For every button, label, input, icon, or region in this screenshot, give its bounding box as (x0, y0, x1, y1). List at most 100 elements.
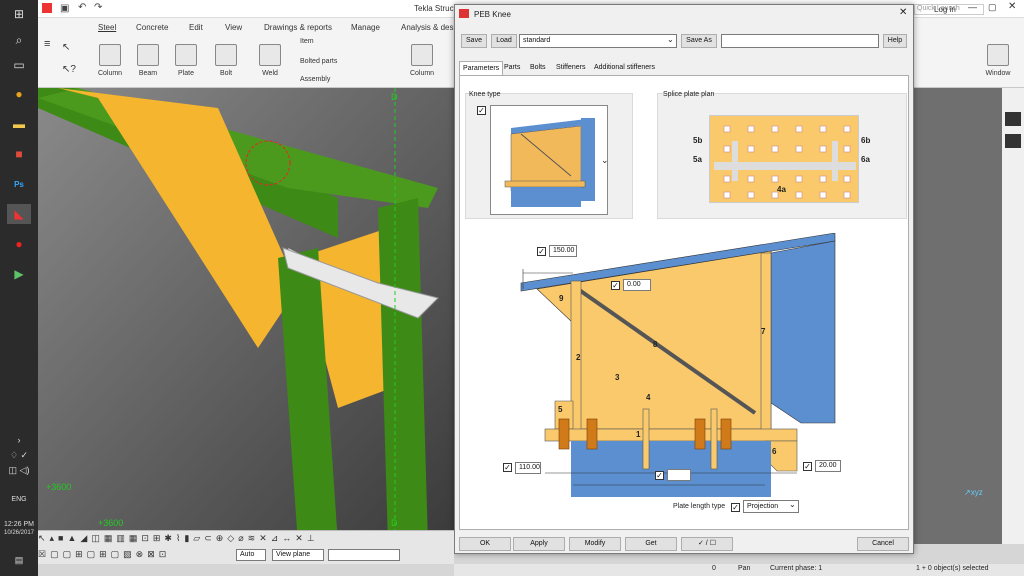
window-button[interactable]: Window (978, 42, 1018, 92)
lang-indicator[interactable]: ENG (0, 496, 38, 503)
tab-steel[interactable]: Steel (98, 23, 116, 32)
search-icon[interactable]: ⌕ (7, 30, 31, 50)
view-icon[interactable] (1005, 134, 1021, 148)
bottom-dim-input[interactable] (667, 469, 691, 481)
concrete-column-icon (411, 44, 433, 66)
office-icon[interactable]: ■ (7, 144, 31, 164)
load-button[interactable]: Load (491, 34, 517, 48)
tab-drawings-reports[interactable]: Drawings & reports (264, 23, 332, 32)
clock-date[interactable]: 10/26/2017 (0, 530, 38, 536)
part-number-3: 3 (615, 373, 620, 382)
splice-label-5a: 5a (693, 155, 702, 164)
notification-icon[interactable]: ▤ (7, 550, 31, 570)
weld-icon (259, 44, 281, 66)
cube-icon[interactable] (1005, 112, 1021, 126)
model-viewport[interactable]: D D +3600 +3600 (38, 88, 454, 544)
auto-select[interactable]: Auto (236, 549, 266, 561)
bolted-parts-button[interactable]: Bolted parts (300, 58, 337, 65)
get-button[interactable]: Get (625, 537, 677, 551)
tab-parameters[interactable]: Parameters (459, 61, 504, 75)
column-label: Column (97, 70, 123, 77)
tab-edit[interactable]: Edit (189, 23, 203, 32)
file-explorer-icon[interactable]: ▬ (7, 114, 31, 134)
plate-icon (175, 44, 197, 66)
top-dim-checkbox[interactable]: ✓ (537, 247, 546, 256)
elevation-label-2: +3600 (98, 518, 123, 528)
help-button[interactable]: Help (883, 34, 907, 48)
ok-button[interactable]: OK (459, 537, 511, 551)
preset-select[interactable]: standard (519, 34, 677, 48)
login-link[interactable]: Log in (934, 5, 956, 14)
assembly-button[interactable]: Assembly (300, 76, 330, 83)
tekla-icon[interactable]: ◣ (7, 204, 31, 224)
axis-icon: ↗xyz (964, 488, 983, 497)
status-phase: Current phase: 1 (770, 565, 823, 572)
select-arrow-icon[interactable]: ↖ (62, 42, 70, 53)
part-number-8: 8 (653, 340, 658, 349)
apply-button[interactable]: Apply (513, 537, 565, 551)
knee-type-chevron-icon[interactable]: ⌄ (601, 155, 609, 166)
modify-button[interactable]: Modify (569, 537, 621, 551)
tab-analysis[interactable]: Analysis & desi (401, 23, 455, 32)
view-plane-select[interactable]: View plane (272, 549, 324, 561)
plate-button[interactable]: Plate (166, 42, 206, 92)
plate-label: Plate (178, 70, 194, 77)
tab-bolts[interactable]: Bolts (527, 61, 549, 75)
bolt-button[interactable]: Bolt (206, 42, 246, 92)
maximize-icon[interactable]: ▢ (988, 2, 997, 13)
minimize-icon[interactable]: — (968, 2, 977, 12)
snap-icons-row-2[interactable]: ☒▢▢⊞▢⊞▢▧⊗⊠⊡ (38, 549, 238, 563)
item-button[interactable]: Item (300, 38, 314, 45)
undo-icon[interactable]: ↶ (78, 2, 86, 13)
plate-length-type-checkbox[interactable]: ✓ (731, 503, 740, 512)
splice-plate-label: Splice plate plan (663, 91, 715, 98)
save-as-input[interactable] (721, 34, 879, 48)
redo-icon[interactable]: ↷ (94, 2, 102, 13)
tab-concrete[interactable]: Concrete (136, 23, 168, 32)
secondary-viewport[interactable]: ↗xyz (914, 88, 1002, 544)
chrome-icon[interactable]: ● (7, 84, 31, 104)
snap-icons-row-1[interactable]: ↖▴■▲◢◫▦▥▦⊡⊞✱⌇▮▱⊂⊕◇⌀≋✕⊿↔✕⊥ (38, 533, 454, 547)
angle-input[interactable]: 0.00 (623, 279, 651, 291)
dialog-close-icon[interactable]: ✕ (899, 7, 907, 18)
left-dim-checkbox[interactable]: ✓ (503, 463, 512, 472)
angle-checkbox[interactable]: ✓ (611, 281, 620, 290)
clock-time[interactable]: 12:26 PM (0, 521, 38, 528)
model-3d-view: D D +3600 +3600 (38, 88, 454, 544)
beam-button[interactable]: Beam (128, 42, 168, 92)
knee-type-selector[interactable] (490, 105, 608, 215)
network-icon[interactable]: ◫ ◁) (7, 460, 31, 480)
left-dim-input[interactable]: 110.00 (515, 462, 541, 474)
menu-icon[interactable]: ≡ (44, 38, 50, 50)
save-as-button[interactable]: Save As (681, 34, 717, 48)
help-cursor-icon[interactable]: ↖? (62, 64, 76, 75)
bottom-dim-checkbox[interactable]: ✓ (655, 471, 664, 480)
right-dim-input[interactable]: 20.00 (815, 460, 841, 472)
save-icon[interactable]: ▣ (60, 3, 69, 14)
tab-view[interactable]: View (225, 23, 242, 32)
tab-parts[interactable]: Parts (501, 61, 523, 75)
splice-label-6b: 6b (861, 136, 871, 145)
window-label: Window (985, 70, 1011, 77)
column-button[interactable]: Column (90, 42, 130, 92)
weld-label: Weld (262, 70, 278, 77)
weld-button[interactable]: Weld (250, 42, 290, 92)
right-dim-checkbox[interactable]: ✓ (803, 462, 812, 471)
status-zero: 0 (712, 565, 716, 572)
record-icon[interactable]: ● (7, 234, 31, 254)
media-icon[interactable]: ▶ (7, 264, 31, 284)
cancel-button[interactable]: Cancel (857, 537, 909, 551)
concrete-column-button[interactable]: Column (402, 42, 442, 92)
start-icon[interactable]: ⊞ (7, 4, 31, 24)
top-dim-input[interactable]: 150.00 (549, 245, 577, 257)
tab-stiffeners[interactable]: Stiffeners (553, 61, 588, 75)
toggle-all-button[interactable]: ✓ / ☐ (681, 537, 733, 551)
tab-manage[interactable]: Manage (351, 23, 380, 32)
photoshop-icon[interactable]: Ps (7, 174, 31, 194)
tab-additional-stiffeners[interactable]: Additional stiffeners (591, 61, 658, 75)
task-view-icon[interactable]: ▭ (7, 55, 31, 75)
save-button[interactable]: Save (461, 34, 487, 48)
knee-type-checkbox[interactable]: ✓ (477, 106, 486, 115)
extra-select[interactable] (328, 549, 400, 561)
close-icon[interactable]: ✕ (1008, 1, 1016, 12)
